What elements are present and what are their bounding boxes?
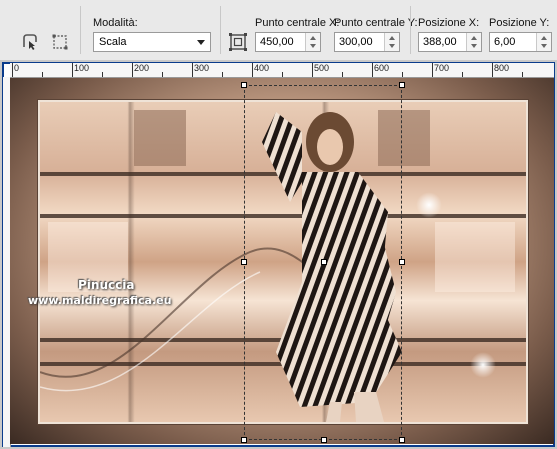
ruler-minor-tick	[342, 72, 343, 77]
ruler-label: 300	[194, 63, 210, 73]
pos-y-value: 6,00	[494, 36, 516, 48]
ruler-minor-tick	[282, 72, 283, 77]
handle-top-left[interactable]	[241, 82, 247, 88]
ruler-minor-tick	[222, 72, 223, 77]
center-y-field[interactable]: 300,00	[334, 32, 400, 52]
spin-down-icon[interactable]	[389, 44, 395, 48]
scale-tool-icon[interactable]	[50, 32, 70, 52]
pos-y-field[interactable]: 6,00	[489, 32, 552, 52]
horizontal-ruler: 0 100 200 300 400 500 600 700 800	[10, 63, 554, 78]
mode-dropdown[interactable]: Scala	[93, 32, 211, 52]
watermark-url: www.maldiregrafica.eu	[28, 294, 172, 307]
pick-tool-icon[interactable]	[20, 32, 40, 52]
chevron-down-icon	[197, 40, 205, 45]
ruler-tick	[492, 63, 493, 77]
ruler-minor-tick	[462, 72, 463, 77]
ruler-tick	[132, 63, 133, 77]
pos-y-label: Posizione Y:	[489, 17, 550, 29]
spin-down-icon[interactable]	[310, 44, 316, 48]
mode-value: Scala	[99, 36, 127, 48]
spin-up-icon[interactable]	[471, 36, 477, 40]
ruler-minor-tick	[402, 72, 403, 77]
toolbar-separator	[80, 6, 81, 54]
toolbar-separator	[410, 6, 411, 54]
pos-x-value: 388,00	[423, 36, 457, 48]
toolbar-separator	[220, 6, 221, 54]
ruler-tick	[252, 63, 253, 77]
center-y-value: 300,00	[339, 36, 373, 48]
center-icon[interactable]	[228, 32, 248, 52]
spin-down-icon[interactable]	[541, 44, 547, 48]
spin-buttons[interactable]	[384, 33, 399, 51]
ruler-label: 200	[134, 63, 150, 73]
spin-up-icon[interactable]	[389, 36, 395, 40]
mode-label: Modalità:	[93, 17, 138, 29]
handle-bottom-right[interactable]	[399, 437, 405, 443]
handle-top-right[interactable]	[399, 82, 405, 88]
center-y-label: Punto centrale Y:	[334, 17, 418, 29]
ruler-label: 600	[374, 63, 390, 73]
ruler-tick	[12, 63, 13, 77]
ruler-tick	[312, 63, 313, 77]
pos-x-field[interactable]: 388,00	[418, 32, 482, 52]
ruler-tick	[432, 63, 433, 77]
ruler-label: 700	[434, 63, 450, 73]
ruler-label: 400	[254, 63, 270, 73]
handle-bottom-center[interactable]	[321, 437, 327, 443]
spin-buttons[interactable]	[466, 33, 481, 51]
center-x-value: 450,00	[260, 36, 294, 48]
handle-middle-right[interactable]	[399, 259, 405, 265]
spin-down-icon[interactable]	[471, 44, 477, 48]
spin-buttons[interactable]	[305, 33, 320, 51]
ruler-minor-tick	[522, 72, 523, 77]
ruler-tick	[192, 63, 193, 77]
ruler-minor-tick	[42, 72, 43, 77]
ruler-minor-tick	[162, 72, 163, 77]
handle-bottom-left[interactable]	[241, 437, 247, 443]
ruler-label: 800	[494, 63, 510, 73]
tool-options-toolbar: Modalità: Scala Punto centrale X: 450,00…	[0, 0, 557, 61]
watermark-name: Pinuccia	[78, 278, 135, 292]
spin-up-icon[interactable]	[310, 36, 316, 40]
handle-center[interactable]	[321, 259, 327, 265]
spin-buttons[interactable]	[536, 33, 551, 51]
spin-up-icon[interactable]	[541, 36, 547, 40]
ruler-tick	[72, 63, 73, 77]
handle-middle-left[interactable]	[241, 259, 247, 265]
center-x-field[interactable]: 450,00	[255, 32, 321, 52]
center-x-label: Punto centrale X:	[255, 17, 340, 29]
ruler-label: 500	[314, 63, 330, 73]
pos-x-label: Posizione X:	[418, 17, 480, 29]
transform-selection-box[interactable]	[241, 82, 405, 443]
ruler-label: 0	[14, 63, 20, 73]
ruler-minor-tick	[102, 72, 103, 77]
ruler-tick	[372, 63, 373, 77]
ruler-label: 100	[74, 63, 90, 73]
